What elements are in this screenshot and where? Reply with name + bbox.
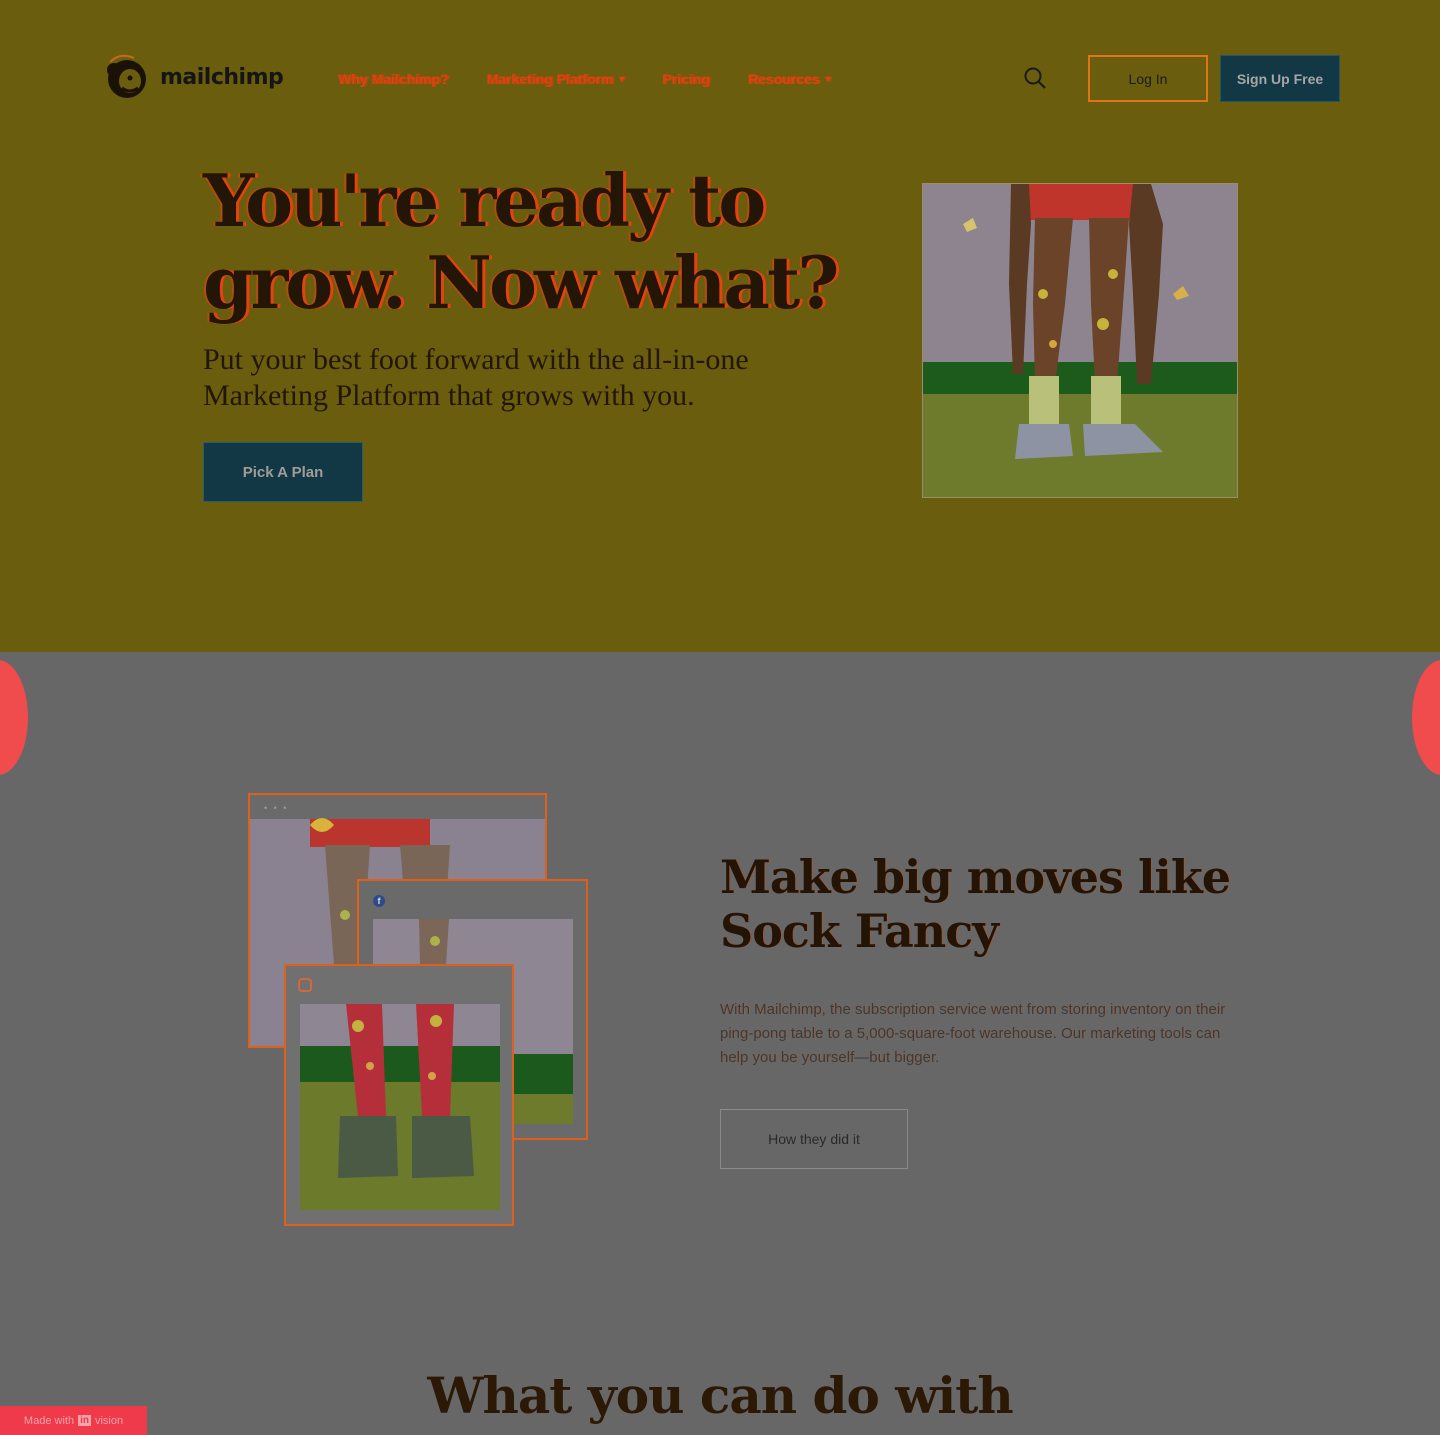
nav-resources[interactable]: Resources ▾ <box>748 71 831 87</box>
how-they-did-it-button[interactable]: How they did it <box>720 1109 908 1169</box>
hero-title-line-2: grow. Now what? <box>203 240 839 325</box>
window-dots-icon: • • • <box>264 803 289 813</box>
signup-button[interactable]: Sign Up Free <box>1220 55 1340 102</box>
pick-a-plan-button[interactable]: Pick A Plan <box>203 442 363 502</box>
instagram-post-photo <box>300 1004 500 1210</box>
invision-logo-icon: in <box>78 1415 91 1426</box>
login-button[interactable]: Log In <box>1088 55 1208 102</box>
nav-pricing-label: Pricing <box>662 71 710 87</box>
facebook-icon: f <box>373 895 385 907</box>
chevron-down-icon: ▾ <box>619 73 625 85</box>
hero-subtitle-line-2: Marketing Platform that grows with you. <box>203 379 695 412</box>
hero-section: mailchimp Why Mailchimp? Marketing Platf… <box>0 0 1440 652</box>
legs-illustration <box>923 184 1237 497</box>
nav-pricing[interactable]: Pricing <box>662 71 709 87</box>
badge-prefix: Made with <box>23 1414 75 1427</box>
nav-why-mailchimp-label: Why Mailchimp? <box>338 71 449 87</box>
hero-subtitle: Put your best foot forward with the all-… <box>203 342 863 414</box>
freddie-logo-icon <box>107 54 146 98</box>
hero-subtitle-line-1: Put your best foot forward with the all-… <box>203 343 749 376</box>
case-study-title-line-1: Make big moves like <box>720 850 1231 904</box>
features-title: What you can do with <box>427 1366 1013 1425</box>
mailchimp-logo[interactable]: mailchimp <box>100 50 295 104</box>
search-icon[interactable] <box>1022 65 1048 91</box>
case-study-title: Make big moves like Sock Fancy <box>720 850 1280 958</box>
made-with-invision-badge[interactable]: Made with in vision <box>0 1406 147 1435</box>
nav-resources-label: Resources <box>747 71 820 87</box>
badge-suffix: vision <box>94 1414 124 1427</box>
nav-why-mailchimp[interactable]: Why Mailchimp? <box>338 71 448 87</box>
hero-title: You're ready to grow. Now what? <box>203 160 863 324</box>
hero-title-line-1: You're ready to <box>203 158 766 243</box>
brand-name: mailchimp <box>160 64 284 90</box>
page: mailchimp Why Mailchimp? Marketing Platf… <box>0 0 1440 1435</box>
hero-legs-photo <box>922 183 1238 498</box>
case-study-body: With Mailchimp, the subscription service… <box>720 1001 1226 1066</box>
main-nav: Why Mailchimp? Marketing Platform ▾ Pric… <box>338 68 868 90</box>
chevron-down-icon: ▾ <box>825 73 831 85</box>
instagram-post-card <box>284 964 514 1226</box>
case-study-title-line-2: Sock Fancy <box>720 904 999 958</box>
instagram-icon <box>298 978 312 992</box>
nav-marketing-platform-label: Marketing Platform <box>486 71 614 87</box>
nav-marketing-platform[interactable]: Marketing Platform ▾ <box>486 71 624 87</box>
